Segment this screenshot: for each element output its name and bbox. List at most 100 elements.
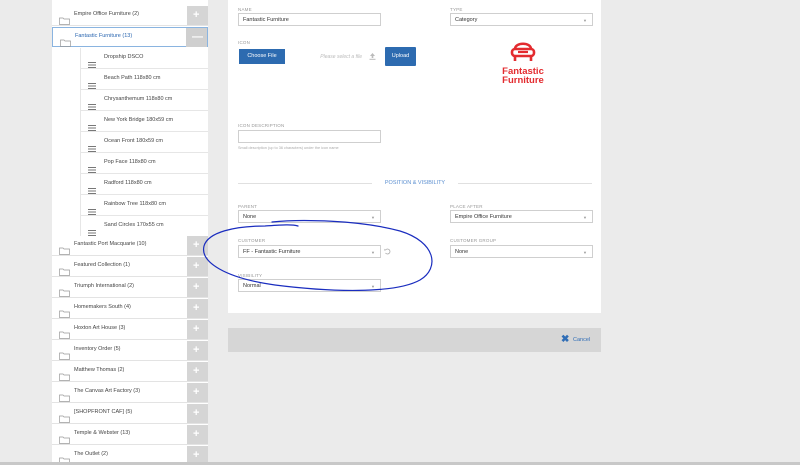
expand-button[interactable]: + [187,404,208,423]
icon-description-input[interactable] [238,130,381,143]
category-label: Hoxton Art House (3) [74,325,126,331]
subcategory-item[interactable]: Radford 118x80 cm [80,174,208,195]
category-label: Fantastic Furniture (13) [75,33,133,39]
expand-button[interactable]: + [187,425,208,444]
type-label: TYPE [450,7,463,12]
choose-file-button[interactable]: Choose File [239,49,285,64]
category-row[interactable]: Hoxton Art House (3) + [52,320,208,340]
icon-description-label: ICON DESCRIPTION [238,123,285,128]
category-row[interactable]: Homemakers South (4) + [52,299,208,319]
expand-button[interactable]: + [187,383,208,402]
type-select[interactable]: Category ▼ [450,13,593,26]
folder-icon [59,431,70,444]
armchair-logo-icon [510,42,536,61]
list-icon [88,118,96,131]
place-after-value: Empire Office Furniture [455,214,512,220]
upload-icon [369,53,376,60]
logo-line-2: Furniture [502,75,544,86]
category-row[interactable]: [SHOPFRONT CAF] (5) + [52,404,208,424]
name-input[interactable]: Fantastic Furniture [238,13,381,26]
category-row[interactable]: Fantastic Furniture (13) — [52,27,208,47]
category-icon-preview: Fantastic Furniture [493,40,553,92]
expand-button[interactable]: + [187,257,208,276]
customer-select[interactable]: FF - Fantastic Furniture ▼ [238,245,381,258]
folder-icon [59,452,70,465]
file-placeholder: Please select a file [320,54,362,60]
folder-icon [59,284,70,297]
folder-icon [59,305,70,318]
chevron-down-icon: ▼ [371,250,375,255]
list-icon [88,97,96,110]
category-row[interactable]: Fantastic Port Macquarie (10) + [52,236,208,256]
plus-icon: + [193,260,200,272]
list-icon [88,181,96,194]
file-path-display: Please select a file [286,49,382,64]
customer-group-select[interactable]: None ▼ [450,245,593,258]
subcategory-item[interactable]: Rainbow Tree 118x80 cm [80,195,208,216]
customer-label: CUSTOMER [238,238,266,243]
visibility-value: Normal [243,283,261,289]
subcategory-item[interactable]: Chrysanthemum 118x80 cm [80,90,208,111]
folder-icon [59,347,70,360]
subcategory-item[interactable]: Sand Circles 170x55 cm [80,216,208,237]
list-icon [88,76,96,89]
folder-icon [59,263,70,276]
category-row[interactable]: Inventory Order (5) + [52,341,208,361]
subcategory-item[interactable]: Dropship DSCO [80,48,208,69]
subcategory-item[interactable]: Beach Path 118x80 cm [80,69,208,90]
list-icon [88,223,96,236]
expand-button[interactable]: + [187,320,208,339]
parent-select[interactable]: None ▼ [238,210,381,223]
chevron-down-icon: ▼ [371,284,375,289]
subcategory-label: Rainbow Tree 118x80 cm [104,201,166,207]
plus-icon: + [193,449,200,461]
subcategory-label: Ocean Front 180x59 cm [104,138,164,144]
section-divider-left [238,183,372,184]
category-row[interactable]: Triumph International (2) + [52,278,208,298]
place-after-select[interactable]: Empire Office Furniture ▼ [450,210,593,223]
visibility-select[interactable]: Normal ▼ [238,279,381,292]
expand-button[interactable]: + [187,278,208,297]
type-value: Category [455,17,478,23]
subcategory-item[interactable]: Ocean Front 180x59 cm [80,132,208,153]
subcategory-item[interactable]: New York Bridge 180x59 cm [80,111,208,132]
reset-icon[interactable] [384,248,391,255]
category-row[interactable]: Matthew Thomas (2) + [52,362,208,382]
folder-icon [59,410,70,423]
plus-icon: + [193,281,200,293]
category-label: Fantastic Port Macquarie (10) [74,241,147,247]
cancel-button[interactable]: ✖ Cancel [561,334,597,346]
category-label: Triumph International (2) [74,283,135,289]
plus-icon: + [193,386,200,398]
place-after-label: PLACE AFTER [450,204,483,209]
category-row[interactable]: The Canvas Art Factory (3) + [52,383,208,403]
list-icon [88,55,96,68]
expand-button[interactable]: + [187,341,208,360]
cancel-label: Cancel [573,337,591,343]
collapse-button[interactable]: — [186,28,207,47]
plus-icon: + [193,323,200,335]
plus-icon: + [193,344,200,356]
category-label: Matthew Thomas (2) [74,367,125,373]
upload-button[interactable]: Upload [385,47,416,66]
name-label: NAME [238,7,252,12]
category-row[interactable]: Empire Office Furniture (2) + [52,6,208,26]
expand-button[interactable]: + [187,6,208,25]
expand-button[interactable]: + [187,236,208,255]
chevron-down-icon: ▼ [583,18,587,23]
subcategory-label: Dropship DSCO [104,54,144,60]
list-icon [88,160,96,173]
subcategory-label: Pop Face 118x80 cm [104,159,156,165]
category-tree: Empire Office Furniture (2) + Fantastic Fu… [52,0,208,465]
category-row[interactable]: Featured Collection (1) + [52,257,208,277]
category-row[interactable]: Temple & Webster (13) + [52,425,208,445]
expand-button[interactable]: + [187,362,208,381]
subcategory-label: Chrysanthemum 118x80 cm [104,96,173,102]
customer-value: FF - Fantastic Furniture [243,249,301,255]
icon-label: ICON [238,40,251,45]
subcategory-label: New York Bridge 180x59 cm [104,117,174,123]
expand-button[interactable]: + [187,299,208,318]
subcategory-item[interactable]: Pop Face 118x80 cm [80,153,208,174]
folder-icon [59,389,70,402]
category-label: [SHOPFRONT CAF] (5) [74,409,133,415]
